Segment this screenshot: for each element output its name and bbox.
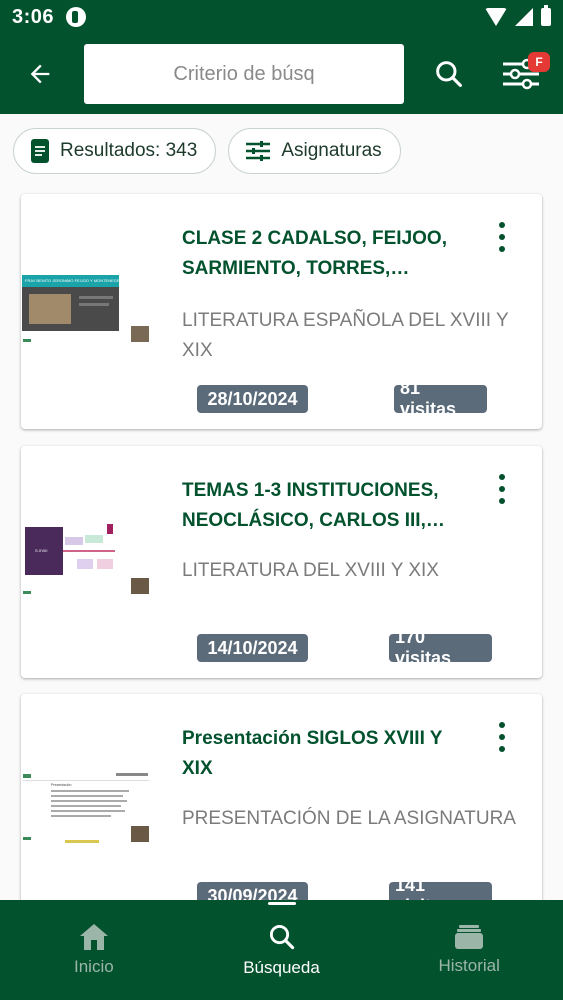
wifi-icon bbox=[485, 8, 507, 26]
search-input[interactable] bbox=[94, 54, 394, 94]
result-title: TEMAS 1-3 INSTITUCIONES, NEOCLÁSICO, CAR… bbox=[182, 480, 445, 531]
search-button[interactable] bbox=[414, 34, 484, 114]
subjects-chip[interactable]: Asignaturas bbox=[228, 128, 401, 174]
bottom-navigation: Inicio Búsqueda Historial bbox=[0, 900, 563, 1000]
document-icon bbox=[31, 139, 49, 163]
nav-search-label: Búsqueda bbox=[243, 958, 320, 977]
date-tag: 14/10/2024 bbox=[197, 634, 308, 662]
thumb-heading: FRAY BENITO JERONIMO FEIJOO Y MONTENEGRO bbox=[25, 278, 123, 283]
result-card[interactable]: S.XVIII TEMAS 1-3 INSTITUCIONES, NEOCLÁS… bbox=[21, 446, 542, 678]
home-icon bbox=[79, 924, 108, 950]
filter-badge: F bbox=[528, 52, 550, 72]
more-options-icon[interactable] bbox=[492, 474, 512, 504]
battery-icon bbox=[541, 5, 551, 26]
result-card[interactable]: FRAY BENITO JERONIMO FEIJOO Y MONTENEGRO… bbox=[21, 194, 542, 429]
result-title: CLASE 2 CADALSO, FEIJOO, SARMIENTO, TORR… bbox=[182, 228, 447, 279]
video-thumbnail[interactable]: S.XVIII bbox=[21, 524, 153, 596]
nav-history[interactable]: Historial bbox=[375, 900, 563, 1000]
video-thumbnail[interactable]: Presentación bbox=[21, 772, 153, 844]
visits-tag: 81 visitas bbox=[394, 378, 487, 419]
date-tag: 28/10/2024 bbox=[197, 385, 308, 413]
nav-home-label: Inicio bbox=[73, 957, 114, 976]
search-box bbox=[84, 44, 404, 104]
thumb-heading: Presentación bbox=[51, 783, 71, 787]
nav-search[interactable]: Búsqueda bbox=[188, 900, 376, 1000]
result-subject: PRESENTACIÓN DE LA ASIGNATURA bbox=[182, 808, 516, 829]
video-thumbnail[interactable]: FRAY BENITO JERONIMO FEIJOO Y MONTENEGRO bbox=[21, 272, 153, 344]
app-bar: F bbox=[0, 34, 563, 114]
result-subject: LITERATURA DEL XVIII Y XIX bbox=[182, 560, 439, 581]
visits-tag: 170 visitas bbox=[389, 627, 492, 668]
signal-icon bbox=[515, 8, 533, 26]
thumb-heading: S.XVIII bbox=[35, 548, 47, 553]
more-options-icon[interactable] bbox=[492, 222, 512, 252]
subjects-label: Asignaturas bbox=[281, 140, 382, 161]
result-title: Presentación SIGLOS XVIII Y XIX bbox=[182, 728, 443, 779]
search-icon bbox=[269, 924, 294, 950]
more-options-icon[interactable] bbox=[492, 722, 512, 752]
nav-history-label: Historial bbox=[438, 956, 500, 975]
status-icons bbox=[485, 5, 551, 26]
history-stack-icon bbox=[455, 925, 484, 949]
active-tab-indicator bbox=[267, 902, 296, 905]
tune-icon bbox=[246, 141, 271, 161]
back-button[interactable] bbox=[0, 34, 80, 114]
arrow-left-icon bbox=[30, 64, 50, 84]
results-chip[interactable]: Resultados: 343 bbox=[13, 128, 217, 174]
filter-chips: Resultados: 343 Asignaturas bbox=[13, 128, 401, 174]
status-time: 3:06 bbox=[12, 5, 55, 28]
search-icon bbox=[436, 61, 462, 87]
filter-button[interactable]: F bbox=[486, 34, 556, 114]
nav-home[interactable]: Inicio bbox=[0, 900, 188, 1000]
app-notification-icon bbox=[66, 7, 87, 27]
status-bar: 3:06 bbox=[0, 0, 563, 34]
result-subject: LITERATURA ESPAÑOLA DEL XVIII Y XIX bbox=[182, 310, 509, 361]
results-count: Resultados: 343 bbox=[60, 140, 198, 161]
